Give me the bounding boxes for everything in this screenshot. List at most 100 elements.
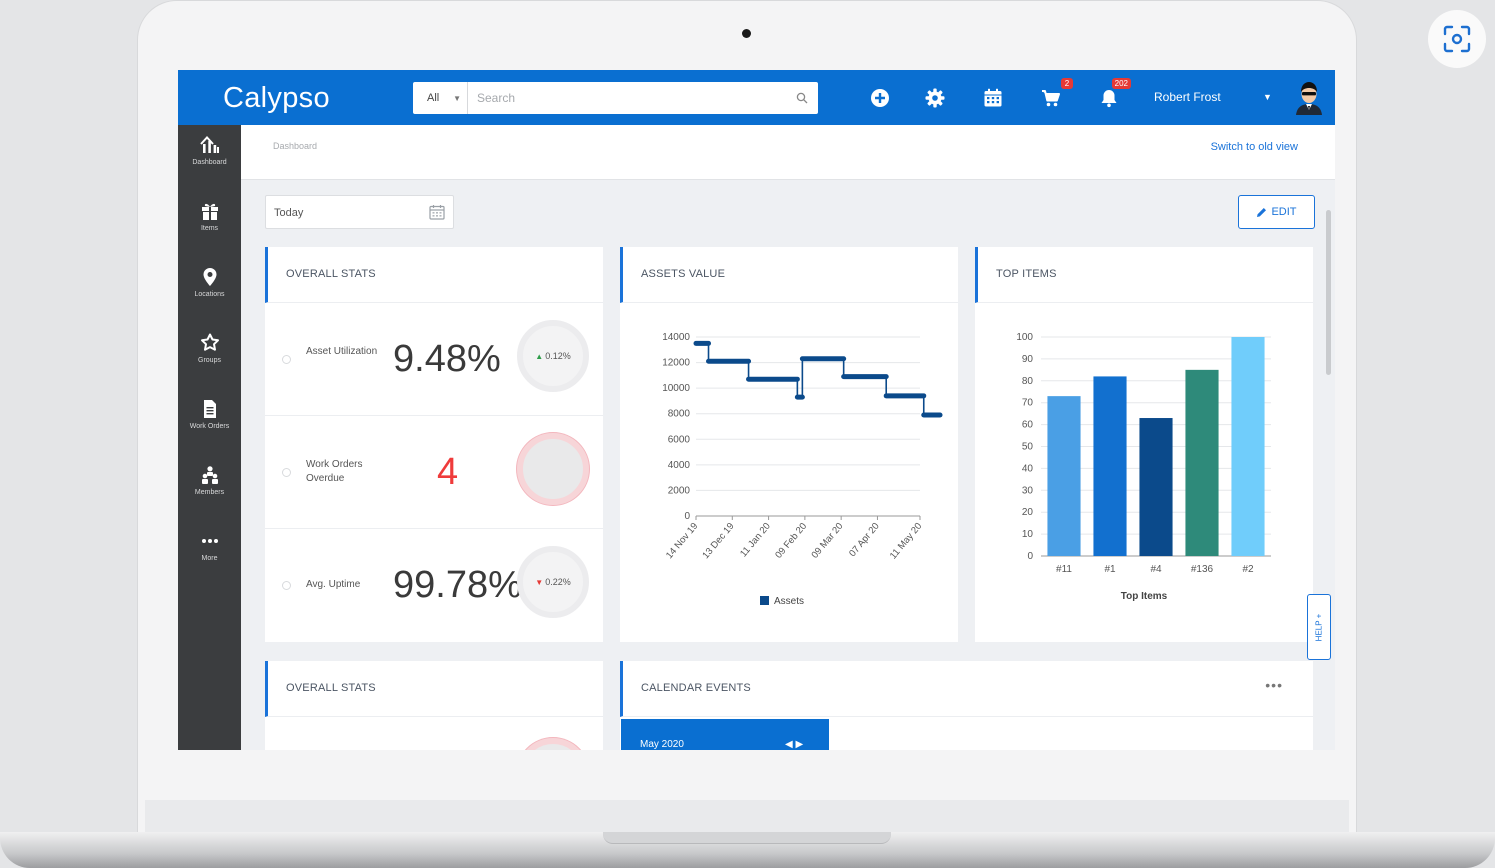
document-icon	[203, 400, 216, 418]
pencil-icon	[1257, 207, 1267, 217]
breadcrumb[interactable]: Dashboard	[273, 141, 317, 151]
calendar-button[interactable]	[981, 86, 1005, 110]
scan-button[interactable]	[1428, 10, 1486, 68]
sidebar: Dashboard Items Locations Groups Work Or…	[178, 125, 241, 750]
sidebar-item-label: Locations	[194, 291, 225, 298]
search-icon[interactable]	[796, 92, 808, 104]
search-scope-select[interactable]: All ▼	[413, 82, 468, 114]
x-axis-label: Top Items	[1121, 591, 1168, 602]
content-header: Dashboard Switch to old view	[241, 125, 1335, 180]
sidebar-item-members[interactable]: Members	[178, 465, 241, 525]
y-tick-label: 10000	[662, 383, 690, 394]
calendar-icon	[429, 205, 445, 220]
sidebar-item-locations[interactable]: Locations	[178, 267, 241, 327]
bar	[1093, 376, 1127, 556]
calendar-nav-icon[interactable]: ◀ ▶	[785, 739, 803, 750]
sidebar-item-items[interactable]: Items	[178, 201, 241, 261]
edit-button-label: EDIT	[1271, 206, 1297, 218]
avatar[interactable]	[1294, 81, 1324, 115]
y-tick-label: 14000	[662, 332, 690, 343]
card-header: CALENDAR EVENTS •••	[620, 661, 1313, 717]
notifications-button[interactable]: 202	[1097, 78, 1131, 110]
calendar-month: May 2020	[640, 739, 684, 750]
y-tick-label: 30	[1022, 485, 1034, 496]
sidebar-item-more[interactable]: More	[178, 531, 241, 591]
x-tick-label: 14 Nov 19	[664, 521, 700, 561]
dashboard-icon	[199, 136, 219, 153]
y-tick-label: 10	[1022, 529, 1034, 540]
bar	[1047, 396, 1081, 556]
stat-row-asset-utilization: Asset Utilization 9.48% ▲ 0.12%	[265, 303, 603, 416]
sidebar-item-groups[interactable]: Groups	[178, 333, 241, 393]
stat-indicator	[282, 468, 291, 477]
stat-value: 4	[437, 451, 459, 493]
assets-value-chart: 0 2000 4000 6000 8000 10000 12000 14000 14 Nov 1…	[662, 332, 943, 607]
bar	[1139, 418, 1173, 556]
assets-series-line	[696, 342, 941, 416]
stat-change-ring: ▲ 0.12%	[517, 320, 589, 392]
sidebar-item-label: Items	[200, 225, 219, 232]
stat-indicator	[282, 581, 291, 590]
chevron-down-icon: ▼	[453, 94, 461, 103]
laptop-notch	[603, 832, 891, 844]
y-tick-label: 0	[1027, 551, 1033, 562]
chevron-down-icon[interactable]: ▼	[1263, 92, 1272, 102]
x-tick-label: 11 May 20	[888, 521, 924, 562]
card-header: OVERALL STATS	[265, 247, 603, 303]
stat-ring	[517, 433, 589, 505]
search-input[interactable]	[469, 82, 779, 114]
date-filter-value: Today	[274, 207, 304, 219]
user-name[interactable]: Robert Frost	[1154, 90, 1221, 104]
assets-value-card: ASSETS VALUE 0 2000 4000 6000 8000 10000 12000…	[620, 247, 958, 642]
scrollbar[interactable]	[1326, 210, 1331, 375]
switch-view-link[interactable]: Switch to old view	[1211, 141, 1298, 153]
settings-button[interactable]	[923, 86, 947, 110]
overall-stats-card-2: OVERALL STATS	[265, 661, 603, 750]
bell-icon	[1101, 90, 1117, 108]
search-scope-label: All	[427, 92, 440, 104]
y-tick-label: 80	[1022, 376, 1034, 387]
sidebar-item-work-orders[interactable]: Work Orders	[178, 399, 241, 459]
groups-icon	[200, 333, 219, 351]
sidebar-item-dashboard[interactable]: Dashboard	[178, 135, 241, 195]
gear-icon	[925, 88, 945, 108]
sidebar-item-label: Groups	[198, 357, 221, 364]
gift-icon	[201, 203, 218, 220]
plus-circle-icon	[871, 89, 889, 107]
map-pin-icon	[203, 268, 216, 286]
x-tick-label: 11 Jan 20	[738, 521, 773, 560]
cart-button[interactable]: 2	[1039, 78, 1073, 110]
top-items-chart: 0 10 20 30 40 50 60 70 80 90 100 #11 #1 #4 #136 #2 Top I…	[1016, 332, 1271, 602]
stat-label: Work Orders Overdue	[306, 459, 363, 484]
more-icon[interactable]: •••	[1265, 677, 1283, 693]
edit-button[interactable]: EDIT	[1238, 195, 1315, 229]
app-logo[interactable]: Calypso	[223, 82, 330, 115]
stat-ring	[517, 738, 589, 750]
y-tick-label: 12000	[662, 358, 690, 369]
help-button[interactable]: HELP +	[1307, 594, 1331, 660]
stat-change: 0.22%	[545, 577, 571, 587]
date-filter[interactable]: Today	[265, 195, 454, 229]
sidebar-item-label: Work Orders	[189, 423, 230, 430]
sidebar-item-label: Members	[194, 489, 225, 496]
x-tick-label: 07 Apr 20	[847, 521, 882, 559]
y-tick-label: 6000	[668, 434, 691, 445]
stat-change-ring: ▼ 0.22%	[517, 546, 589, 618]
card-header: ASSETS VALUE	[620, 247, 958, 303]
calendar-month-header: May 2020 ◀ ▶	[621, 719, 829, 750]
sidebar-item-label: More	[201, 555, 218, 562]
y-tick-label: 20	[1022, 507, 1034, 518]
x-tick-label: 09 Mar 20	[810, 521, 846, 561]
card-title: CALENDAR EVENTS	[641, 682, 751, 694]
legend-swatch	[760, 596, 769, 605]
app-screen: Calypso All ▼ Search 2 202 Robert Frost …	[178, 70, 1335, 750]
y-tick-label: 100	[1016, 332, 1033, 343]
card-title: OVERALL STATS	[286, 682, 376, 694]
cart-badge: 2	[1061, 78, 1073, 89]
x-tick-label: #136	[1191, 564, 1214, 575]
top-bar: Calypso All ▼ Search 2 202 Robert Frost …	[178, 70, 1335, 125]
add-button[interactable]	[868, 86, 892, 110]
cart-icon	[1042, 90, 1060, 107]
y-tick-label: 70	[1022, 398, 1034, 409]
stat-row-avg-uptime: Avg. Uptime 99.78% ▼ 0.22%	[265, 529, 603, 642]
